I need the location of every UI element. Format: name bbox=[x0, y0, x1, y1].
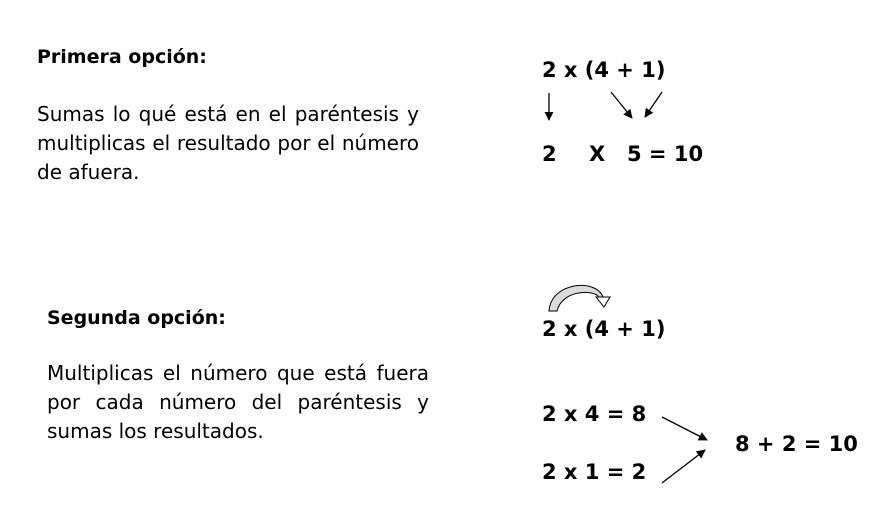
curved-arrow-icon bbox=[548, 284, 604, 312]
curved-arrow-head bbox=[594, 296, 611, 308]
diagonal-arrow-icon bbox=[610, 91, 633, 119]
converge-arrow-icon bbox=[661, 416, 708, 441]
diagonal-arrow-icon bbox=[644, 91, 663, 118]
converge-arrow-icon bbox=[661, 449, 706, 484]
arrows-layer bbox=[544, 91, 708, 484]
